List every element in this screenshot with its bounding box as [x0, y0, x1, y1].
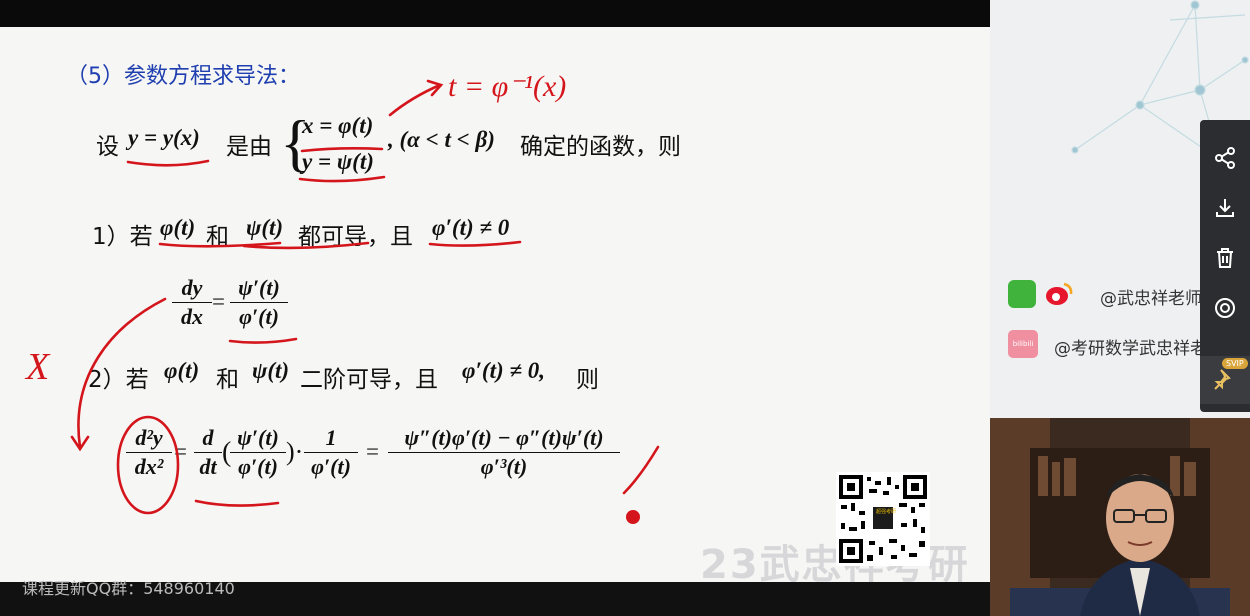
weibo-icon[interactable] — [1044, 280, 1074, 308]
qr-pattern-icon — [839, 475, 927, 563]
download-button[interactable] — [1200, 184, 1250, 232]
svip-badge: SVIP — [1222, 358, 1248, 369]
qr-code: 超强考研 — [836, 472, 930, 566]
delete-button[interactable] — [1200, 234, 1250, 282]
qr-center-label: 超强考研 — [876, 509, 897, 515]
wechat-icon[interactable] — [1008, 280, 1036, 308]
bottom-bar: 课程更新QQ群：548960140 — [0, 579, 990, 616]
wechat-weibo-handle: @武忠祥老师 — [1100, 289, 1202, 309]
trash-icon — [1217, 248, 1233, 268]
top-black-bar — [0, 0, 990, 27]
bilibili-handle: @考研数学武忠祥老师 — [1054, 339, 1224, 359]
tool-column: SVIP — [1200, 120, 1250, 412]
focus-button[interactable] — [1200, 284, 1250, 332]
pin-icon — [1214, 369, 1231, 390]
target-icon — [1215, 298, 1235, 318]
download-icon — [1216, 199, 1234, 217]
qq-group-text: 课程更新QQ群：548960140 — [22, 579, 235, 598]
bilibili-icon[interactable]: bilibili — [1008, 330, 1038, 358]
lecturer-video-icon — [990, 418, 1250, 616]
share-icon — [1215, 147, 1235, 169]
lecturer-webcam — [990, 418, 1250, 616]
video-player: （5）参数方程求导法： 设 y = y(x) 是由 { x = φ(t) y =… — [0, 0, 1250, 616]
share-button[interactable] — [1200, 134, 1250, 182]
